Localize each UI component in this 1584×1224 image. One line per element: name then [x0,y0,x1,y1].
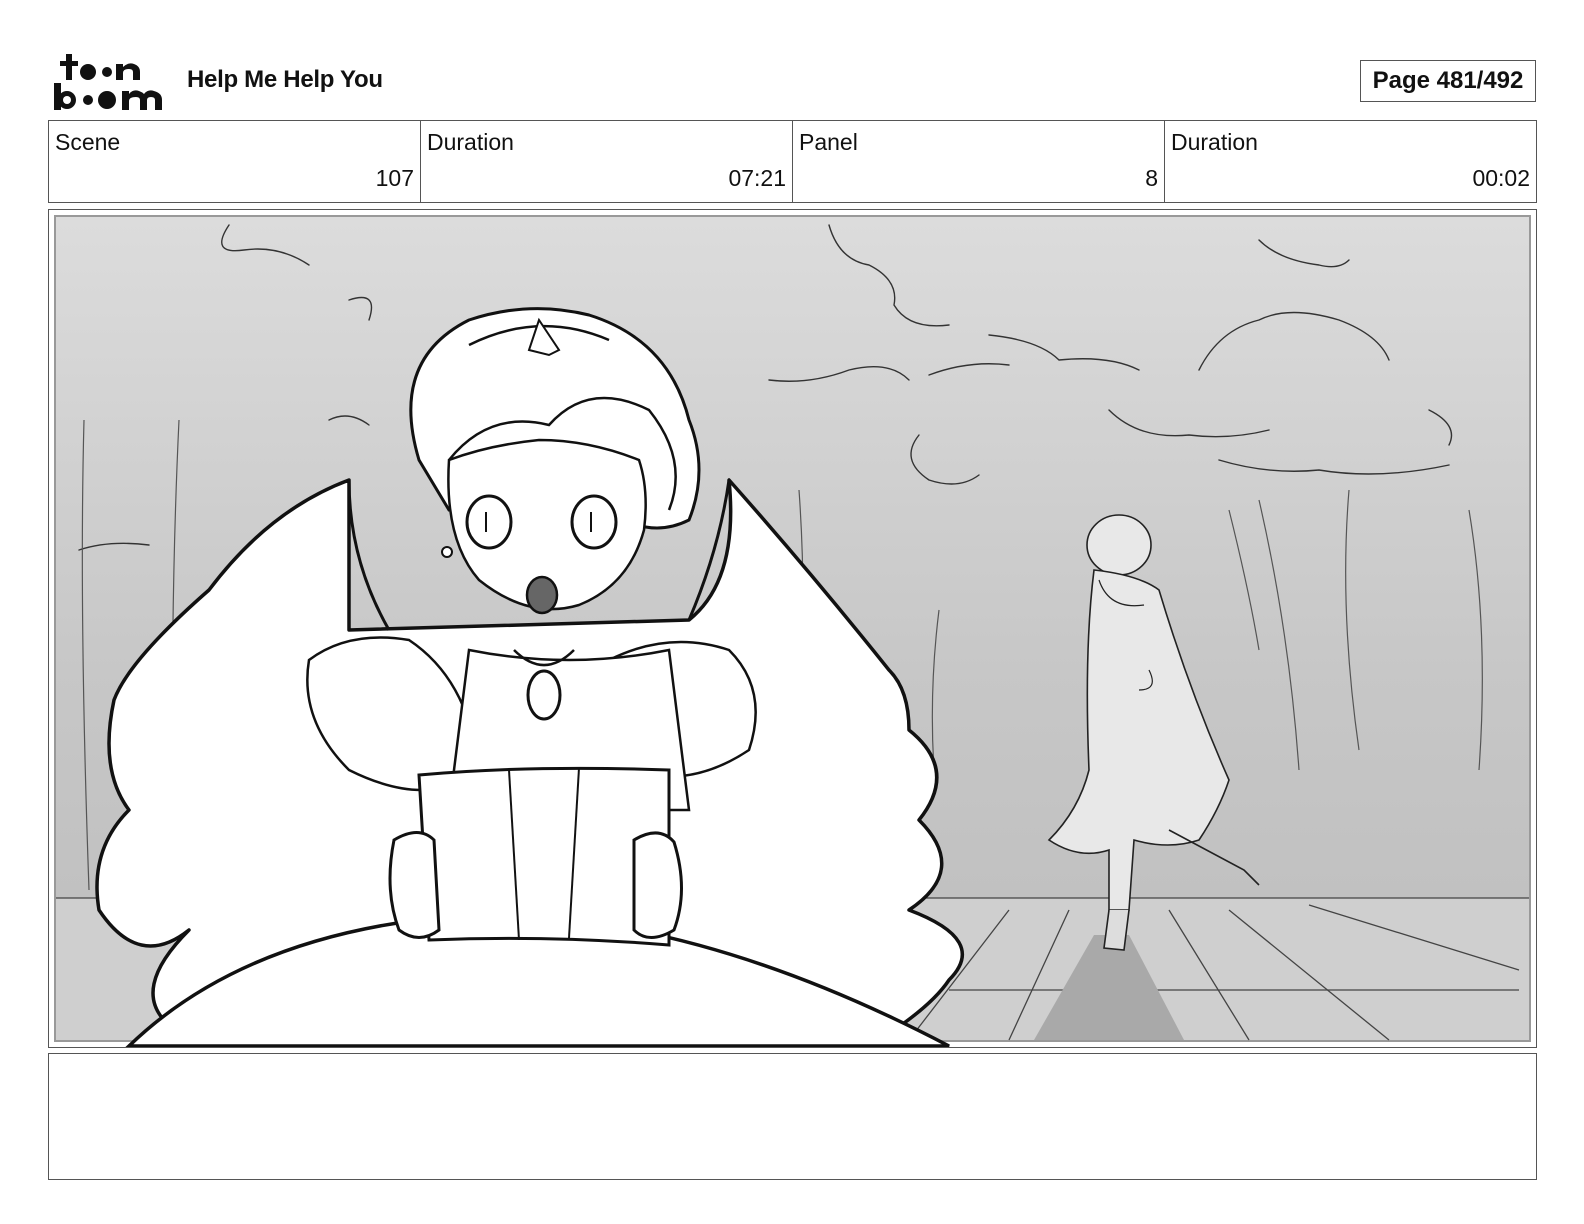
storyboard-panel-image [48,209,1537,1048]
panel-notes-box[interactable] [48,1053,1537,1180]
panel-value: 8 [1145,165,1158,191]
scene-value: 107 [375,165,414,191]
scene-label: Scene [55,129,121,155]
scene-duration-cell: Duration 07:21 [421,121,793,202]
panel-label: Panel [799,129,858,155]
scene-duration-label: Duration [427,129,514,155]
sketch-drawing [54,215,1531,1047]
scene-duration-value: 07:21 [728,165,786,191]
panel-duration-value: 00:02 [1472,165,1530,191]
panel-duration-label: Duration [1171,129,1258,155]
scene-info-bar: Scene 107 Duration 07:21 Panel 8 Duratio… [48,120,1537,203]
project-title: Help Me Help You [187,66,383,93]
scene-cell: Scene 107 [49,121,421,202]
toonboom-logo [54,54,162,110]
panel-duration-cell: Duration 00:02 [1165,121,1536,202]
page-indicator: Page 481/492 [1360,60,1536,102]
panel-cell: Panel 8 [793,121,1165,202]
